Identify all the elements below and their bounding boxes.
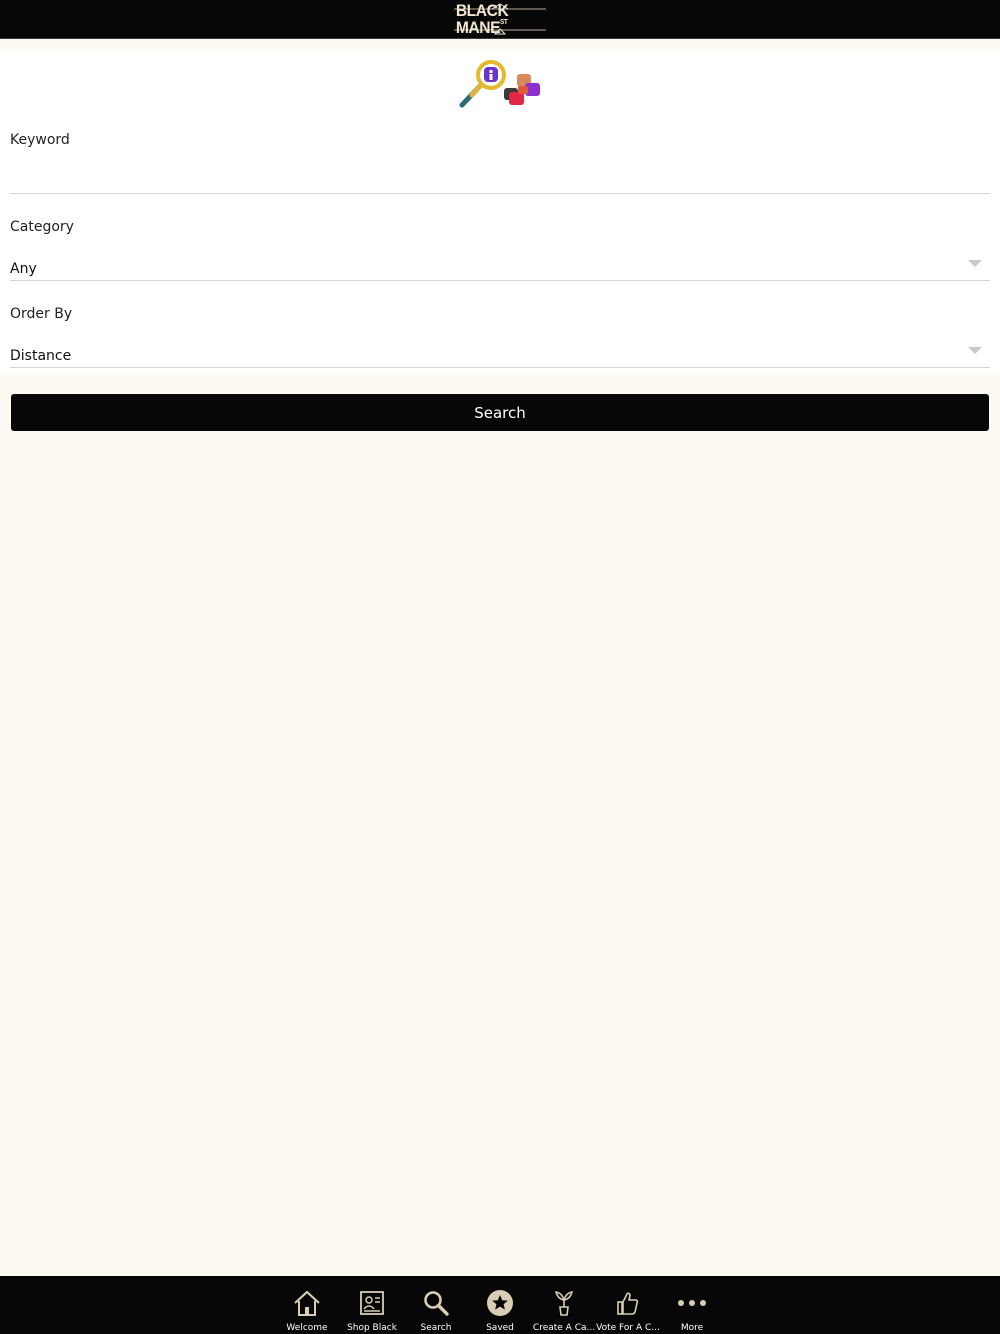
search-button[interactable]: Search (11, 394, 989, 431)
chevron-down-icon (968, 347, 982, 354)
chevron-down-icon (968, 260, 982, 267)
order-by-label: Order By (10, 306, 73, 322)
plant-icon (554, 1291, 574, 1316)
category-label: Category (10, 219, 74, 235)
tab-label: Saved (486, 1323, 514, 1333)
keyword-input[interactable] (10, 158, 990, 192)
tab-shop-black[interactable]: Shop Black (340, 1276, 404, 1334)
tab-label: More (680, 1323, 704, 1333)
thumbs-up-icon (617, 1292, 639, 1315)
id-card-icon (360, 1291, 384, 1315)
logo-superscript: ST (500, 19, 508, 26)
tab-saved[interactable]: Saved (468, 1276, 532, 1334)
tab-label: Welcome (286, 1323, 328, 1333)
home-icon (294, 1290, 320, 1316)
tab-vote-for-a-campaign[interactable]: Vote For A C... (596, 1276, 660, 1334)
tab-search[interactable]: Search (404, 1276, 468, 1334)
category-select[interactable]: Any (10, 252, 990, 282)
keyword-underline (10, 193, 990, 194)
logo-text: BLACK MANEST (455, 1, 509, 37)
star-icon (487, 1290, 513, 1316)
order-by-selected-value: Distance (10, 348, 72, 364)
more-dots-icon (678, 1300, 706, 1306)
tab-create-a-campaign[interactable]: Create A Ca... (532, 1276, 596, 1334)
keyword-label: Keyword (10, 132, 70, 148)
tab-label: Search (420, 1323, 452, 1333)
tab-label: Create A Ca... (532, 1323, 596, 1333)
order-by-select[interactable]: Distance (10, 339, 990, 369)
search-illustration-icon (459, 60, 540, 108)
category-underline (10, 280, 990, 281)
tab-welcome[interactable]: Welcome (275, 1276, 339, 1334)
tab-more[interactable]: More (660, 1276, 724, 1334)
top-bar: BLACK MANEST (0, 0, 1000, 39)
app-logo: BLACK MANEST (452, 1, 548, 37)
tab-label: Vote For A C... (596, 1323, 660, 1333)
tab-label: Shop Black (347, 1323, 397, 1333)
bottom-tab-bar: Welcome Shop Black Search Saved Create A… (0, 1276, 1000, 1334)
search-icon (424, 1291, 449, 1316)
category-selected-value: Any (10, 261, 37, 277)
order-by-underline (10, 367, 990, 368)
